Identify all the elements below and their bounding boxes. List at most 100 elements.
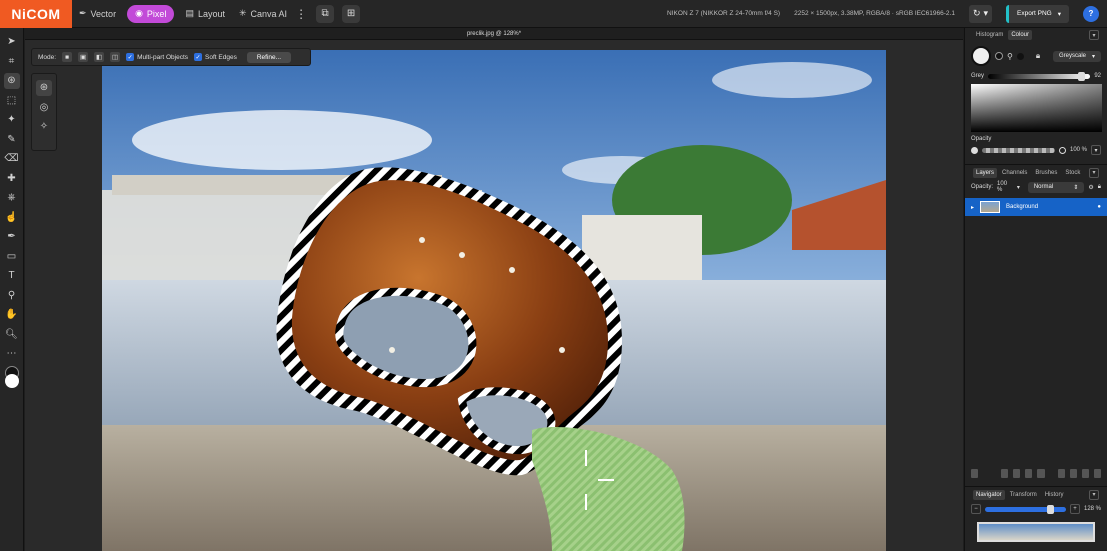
- selection-brush-icon[interactable]: ◎: [36, 100, 52, 116]
- opacity-value[interactable]: 100 %: [1070, 147, 1087, 153]
- grey-slider-knob[interactable]: [1078, 71, 1086, 81]
- photo-canvas: [102, 50, 886, 551]
- persona-vector[interactable]: ✒ Vector: [72, 0, 123, 28]
- zoom-slider[interactable]: [985, 504, 1066, 514]
- smudge-tool-icon[interactable]: ☝: [4, 210, 20, 226]
- gear-icon[interactable]: ⚙: [1088, 184, 1093, 191]
- tab-stock[interactable]: Stock: [1062, 168, 1083, 178]
- mode-subtract-icon[interactable]: ◧: [94, 52, 105, 62]
- collapse-icon[interactable]: ▾: [1089, 30, 1099, 40]
- clone-tool-icon[interactable]: ⎈: [4, 190, 20, 206]
- mask-icon[interactable]: [1013, 468, 1021, 478]
- zoom-slider-knob[interactable]: [1047, 504, 1055, 514]
- tab-layers[interactable]: Layers: [973, 167, 998, 178]
- color-mode-select[interactable]: Greyscale ▾: [1053, 50, 1101, 62]
- marquee-tool-icon[interactable]: ⬚: [4, 93, 20, 109]
- stroke-color-well[interactable]: [995, 52, 1003, 60]
- object-selection-icon[interactable]: ⊛: [36, 80, 52, 96]
- layer-opacity-value[interactable]: 100 %: [997, 181, 1013, 193]
- pen-tool-icon[interactable]: ✒: [4, 229, 20, 245]
- persona-canva-ai[interactable]: ✳ Canva AI: [232, 0, 294, 28]
- layer-lock-icon[interactable]: [971, 468, 979, 478]
- collapse-icon[interactable]: ▾: [1089, 167, 1099, 178]
- soft-edges-checkbox[interactable]: ✓ Soft Edges: [194, 53, 237, 61]
- tab-history[interactable]: History: [1042, 490, 1067, 500]
- tab-navigator[interactable]: Navigator: [973, 489, 1005, 500]
- brush-tool-icon[interactable]: ✎: [4, 132, 20, 148]
- refine-button[interactable]: Refine...: [246, 51, 292, 63]
- snapping-icon[interactable]: ⊞: [342, 4, 361, 23]
- pixel-layer-icon[interactable]: [1081, 468, 1089, 478]
- eyedropper-icon[interactable]: ⚲: [1007, 52, 1013, 61]
- mode-new-icon[interactable]: ■: [62, 52, 73, 62]
- persona-layout[interactable]: ▤ Layout: [178, 0, 232, 28]
- healing-tool-icon[interactable]: ✚: [4, 171, 20, 187]
- layer-opacity-label: Opacity:: [971, 184, 994, 190]
- more-menu-icon[interactable]: ⋮: [294, 7, 308, 21]
- tab-histogram[interactable]: Histogram: [973, 30, 1006, 40]
- blend-mode-select[interactable]: Normal ⇕: [1027, 181, 1085, 193]
- fill-color-well[interactable]: [971, 46, 991, 66]
- text-tool-icon[interactable]: T: [4, 268, 20, 284]
- chevron-down-icon: ▾: [1057, 10, 1061, 18]
- lock-icon[interactable]: 🔒︎: [1036, 51, 1040, 61]
- transform-icon[interactable]: ⧉: [316, 4, 335, 23]
- persona-pixel[interactable]: ◉ Pixel: [127, 4, 175, 23]
- flood-select-icon[interactable]: ✧: [36, 119, 52, 135]
- camera-info: NIKON Z 7 (NIKKOR Z 24-70mm f/4 S): [667, 10, 781, 17]
- add-layer-icon[interactable]: [1069, 468, 1077, 478]
- chevron-down-icon[interactable]: ▾: [1017, 184, 1020, 191]
- object-selection-tool-icon[interactable]: ⊛: [3, 73, 20, 89]
- secondary-color-swatch[interactable]: [4, 373, 19, 388]
- help-button[interactable]: ?: [1083, 5, 1099, 22]
- export-button[interactable]: Export PNG ▾: [1006, 4, 1069, 23]
- trash-icon[interactable]: [1093, 468, 1101, 478]
- tab-colour[interactable]: Colour: [1008, 30, 1033, 40]
- layer-expand-icon[interactable]: ▸: [971, 204, 974, 211]
- app-logo[interactable]: NiCOM: [0, 0, 72, 28]
- color-picker-area[interactable]: [971, 84, 1102, 132]
- eraser-tool-icon[interactable]: ⌫: [4, 151, 20, 167]
- mode-add-icon[interactable]: ▣: [78, 52, 89, 62]
- magic-wand-tool-icon[interactable]: ✦: [4, 112, 20, 128]
- tab-brushes[interactable]: Brushes: [1032, 168, 1060, 178]
- tab-channels[interactable]: Channels: [999, 168, 1030, 178]
- more-tools-icon[interactable]: ⋯: [4, 346, 20, 362]
- swap-color-icon[interactable]: [1016, 52, 1024, 60]
- shape-tool-icon[interactable]: ▭: [4, 249, 20, 265]
- document-tab[interactable]: preclik.jpg @ 128%*: [25, 28, 963, 40]
- move-tool-icon[interactable]: ➤: [4, 34, 20, 50]
- lock-icon[interactable]: 🔒︎: [1098, 184, 1101, 191]
- grey-slider[interactable]: [988, 71, 1091, 81]
- zoom-tool-icon[interactable]: 🔍︎: [4, 327, 20, 343]
- group-icon[interactable]: [1057, 468, 1065, 478]
- navigator-preview[interactable]: [977, 522, 1095, 542]
- layer-row[interactable]: ▸ Background ●: [965, 198, 1107, 216]
- layers-footer: [965, 466, 1107, 480]
- multipart-objects-checkbox[interactable]: ✓ Multi-part Objects: [126, 53, 188, 61]
- checkmark-icon: ✓: [194, 53, 203, 61]
- chevron-updown-icon: ⇕: [1073, 184, 1079, 191]
- grey-value[interactable]: 92: [1094, 73, 1101, 79]
- selection-tools-flyout: ⊛ ◎ ✧: [31, 73, 57, 151]
- adjustment-icon[interactable]: [1025, 468, 1033, 478]
- image-canvas[interactable]: [102, 50, 886, 551]
- sparkle-icon: ✳: [238, 8, 247, 18]
- chevron-down-icon[interactable]: ▾: [1091, 145, 1101, 155]
- assistant-button[interactable]: ↻ ▾: [968, 4, 993, 23]
- document-info: NIKON Z 7 (NIKKOR Z 24-70mm f/4 S) 2252 …: [667, 4, 1107, 23]
- live-filter-icon[interactable]: [1037, 468, 1045, 478]
- crop-tool-icon[interactable]: ⌗: [4, 54, 20, 70]
- zoom-out-icon[interactable]: −: [971, 504, 981, 514]
- zoom-in-icon[interactable]: +: [1069, 504, 1080, 514]
- visibility-icon[interactable]: ●: [1097, 204, 1101, 210]
- mode-intersect-icon[interactable]: ◫: [110, 52, 121, 62]
- zoom-value[interactable]: 128 %: [1084, 506, 1101, 512]
- hand-tool-icon[interactable]: ✋: [4, 307, 20, 323]
- fx-icon[interactable]: [1001, 468, 1009, 478]
- tab-transform[interactable]: Transform: [1007, 490, 1040, 500]
- collapse-icon[interactable]: ▾: [1089, 489, 1099, 500]
- studio-panel: Histogram Colour ▾ ⚲ 🔒︎ Greyscale ▾ Grey…: [964, 28, 1107, 551]
- eyedropper-tool-icon[interactable]: ⚲: [4, 288, 20, 304]
- opacity-slider[interactable]: [982, 147, 1055, 153]
